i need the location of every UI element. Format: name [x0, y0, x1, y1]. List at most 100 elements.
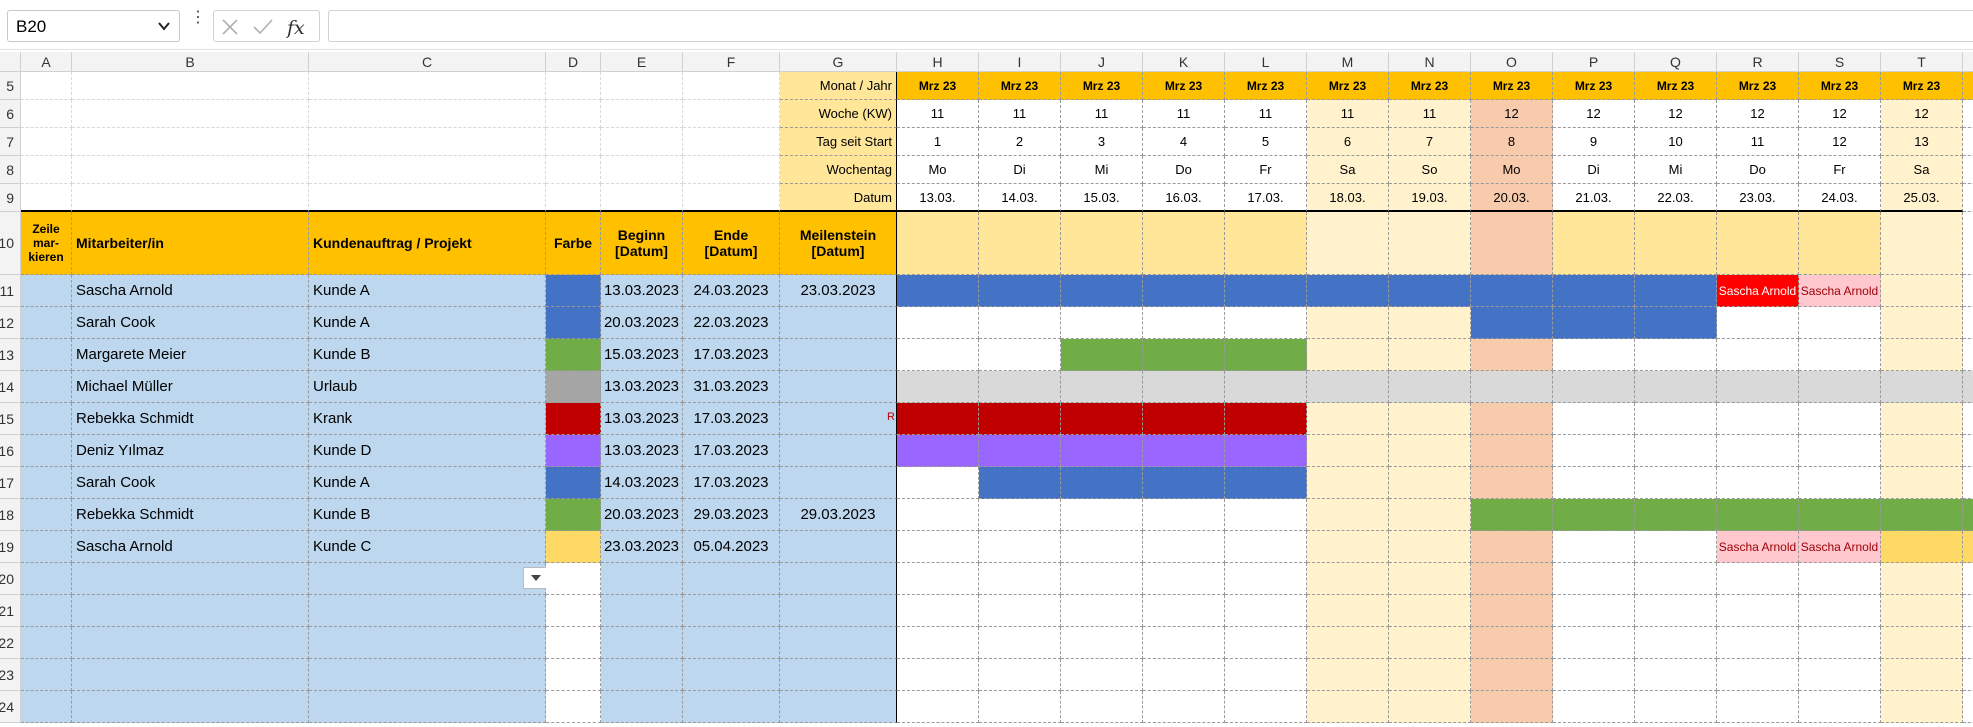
timeline-months[interactable]: Mrz 23	[1635, 72, 1717, 100]
gantt-overflow[interactable]	[1963, 563, 1973, 595]
gantt-cell[interactable]	[897, 467, 979, 499]
gantt-cell[interactable]	[1635, 307, 1717, 339]
gantt-cell[interactable]	[1471, 659, 1553, 691]
end-cell[interactable]	[683, 563, 780, 595]
gantt-cell[interactable]	[1143, 595, 1225, 627]
color-cell[interactable]	[546, 499, 601, 531]
gantt-cell[interactable]	[1061, 499, 1143, 531]
gantt-cell[interactable]	[1471, 467, 1553, 499]
row-header-21[interactable]: 21	[0, 595, 21, 627]
gantt-cell[interactable]	[1061, 371, 1143, 403]
gantt-cell[interactable]	[1717, 339, 1799, 371]
begin-cell[interactable]: 13.03.2023	[601, 371, 683, 403]
column-header-o[interactable]: O	[1471, 52, 1553, 72]
employee-cell[interactable]: Margarete Meier	[72, 339, 309, 371]
column-header-t[interactable]: T	[1881, 52, 1963, 72]
gantt-cell[interactable]	[1389, 659, 1471, 691]
gantt-overflow[interactable]	[1963, 595, 1973, 627]
employee-cell[interactable]: Sarah Cook	[72, 307, 309, 339]
empty-cell[interactable]	[72, 128, 309, 156]
gantt-cell[interactable]	[1061, 595, 1143, 627]
mark-cell[interactable]	[21, 531, 72, 563]
gantt-cell[interactable]	[1143, 627, 1225, 659]
timeline-dates[interactable]: 18.03.	[1307, 184, 1389, 212]
color-cell[interactable]	[546, 307, 601, 339]
gantt-overflow[interactable]	[1963, 659, 1973, 691]
header-day[interactable]	[1881, 212, 1963, 275]
project-cell[interactable]: Kunde C	[309, 531, 546, 563]
gantt-cell[interactable]	[979, 499, 1061, 531]
timeline-dates[interactable]: 16.03.	[1143, 184, 1225, 212]
timeline-dates[interactable]: 25.03.	[1881, 184, 1963, 212]
mark-cell[interactable]	[21, 659, 72, 691]
column-header-j[interactable]: J	[1061, 52, 1143, 72]
gantt-cell[interactable]	[979, 691, 1061, 723]
gantt-cell[interactable]	[1225, 691, 1307, 723]
mark-cell[interactable]	[21, 371, 72, 403]
empty-cell[interactable]	[546, 184, 601, 212]
timeline-months[interactable]: Mrz 23	[979, 72, 1061, 100]
gantt-cell[interactable]	[1389, 371, 1471, 403]
gantt-cell[interactable]	[1225, 435, 1307, 467]
gantt-cell[interactable]	[1553, 403, 1635, 435]
header-day[interactable]	[1307, 212, 1389, 275]
column-header-s[interactable]: S	[1799, 52, 1881, 72]
timeline-day-index[interactable]: 5	[1225, 128, 1307, 156]
empty-cell[interactable]	[546, 100, 601, 128]
gantt-cell[interactable]	[1799, 403, 1881, 435]
empty-cell[interactable]	[72, 156, 309, 184]
gantt-cell[interactable]	[897, 627, 979, 659]
timeline-weeks[interactable]: 11	[1061, 100, 1143, 128]
row-header-8[interactable]: 8	[0, 156, 21, 184]
gantt-cell[interactable]	[1225, 403, 1307, 435]
empty-cell[interactable]	[21, 100, 72, 128]
milestone-cell[interactable]	[780, 371, 897, 403]
timeline-dates[interactable]: 17.03.	[1225, 184, 1307, 212]
mark-cell[interactable]	[21, 563, 72, 595]
mark-cell[interactable]	[21, 435, 72, 467]
gantt-cell[interactable]	[1389, 307, 1471, 339]
employee-cell[interactable]	[72, 627, 309, 659]
gantt-cell[interactable]	[1553, 691, 1635, 723]
column-header-h[interactable]: H	[897, 52, 979, 72]
timeline-dates[interactable]: 22.03.	[1635, 184, 1717, 212]
project-cell[interactable]	[309, 595, 546, 627]
gantt-cell[interactable]	[1553, 339, 1635, 371]
timeline-dates[interactable]: 21.03.	[1553, 184, 1635, 212]
column-header-g[interactable]: G	[780, 52, 897, 72]
milestone-cell[interactable]: 23.03.2023	[780, 275, 897, 307]
color-cell[interactable]	[546, 531, 601, 563]
gantt-cell[interactable]	[1143, 435, 1225, 467]
gantt-overflow[interactable]	[1963, 531, 1973, 563]
column-header-d[interactable]: D	[546, 52, 601, 72]
empty-cell[interactable]	[546, 156, 601, 184]
gantt-cell[interactable]	[1799, 563, 1881, 595]
project-cell[interactable]	[309, 563, 548, 595]
timeline-weekdays[interactable]: Di	[1553, 156, 1635, 184]
gantt-cell[interactable]	[1717, 627, 1799, 659]
select-all-corner[interactable]	[0, 52, 21, 72]
timeline-weekdays[interactable]: Mo	[897, 156, 979, 184]
gantt-cell[interactable]	[1881, 531, 1963, 563]
gantt-cell[interactable]	[1225, 531, 1307, 563]
gantt-cell[interactable]	[1307, 467, 1389, 499]
header-day[interactable]	[1225, 212, 1307, 275]
row-header-13[interactable]: 13	[0, 339, 21, 371]
end-cell[interactable]: 22.03.2023	[683, 307, 780, 339]
timeline-overflow[interactable]	[1963, 184, 1973, 212]
gantt-cell[interactable]	[1143, 563, 1225, 595]
employee-cell[interactable]: Sascha Arnold	[72, 531, 309, 563]
gantt-cell[interactable]	[979, 435, 1061, 467]
timeline-months[interactable]: Mrz 23	[1471, 72, 1553, 100]
column-header-i[interactable]: I	[979, 52, 1061, 72]
timeline-weeks[interactable]: 11	[1389, 100, 1471, 128]
gantt-cell[interactable]	[1553, 499, 1635, 531]
gantt-cell[interactable]	[1717, 595, 1799, 627]
column-header-f[interactable]: F	[683, 52, 780, 72]
timeline-day-index[interactable]: 9	[1553, 128, 1635, 156]
timeline-overflow[interactable]	[1963, 72, 1973, 100]
empty-cell[interactable]	[21, 184, 72, 212]
gantt-cell[interactable]	[979, 339, 1061, 371]
gantt-cell[interactable]	[897, 435, 979, 467]
project-cell[interactable]	[309, 659, 546, 691]
